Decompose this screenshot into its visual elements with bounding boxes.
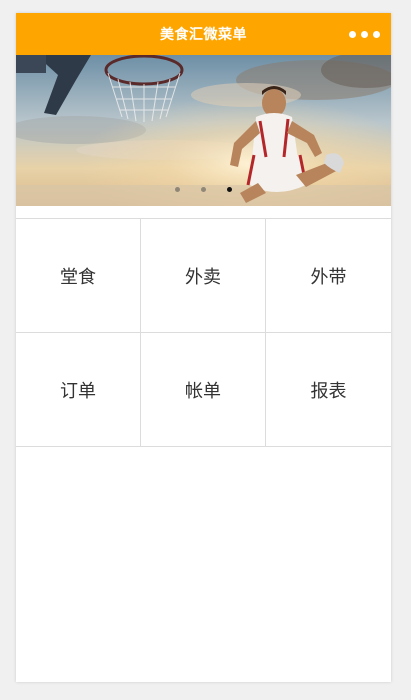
grid-row: 堂食 外卖 外带 [16,219,391,333]
banner-image [16,55,391,206]
grid-item-reports[interactable]: 报表 [266,333,391,447]
grid-row: 订单 帐单 报表 [16,333,391,447]
menu-grid: 堂食 外卖 外带 订单 帐单 报表 [16,218,391,447]
carousel-dot[interactable] [175,187,180,192]
carousel-indicators[interactable] [16,187,391,192]
app-screen: 美食汇微菜单 堂食 外卖 外带 订单 帐单 报表 [16,13,391,682]
grid-item-orders[interactable]: 订单 [16,333,141,447]
carousel-dot-active[interactable] [227,187,232,192]
menu-dot [349,30,356,38]
grid-item-bills[interactable]: 帐单 [141,333,266,447]
banner-carousel[interactable] [16,55,391,206]
menu-dot [373,30,380,38]
page-title: 美食汇微菜单 [160,27,247,43]
nav-bar: 美食汇微菜单 [16,13,391,55]
grid-item-dine-in[interactable]: 堂食 [16,219,141,333]
more-dots-icon[interactable] [349,13,380,55]
grid-item-takeaway[interactable]: 外带 [266,219,391,333]
grid-item-delivery[interactable]: 外卖 [141,219,266,333]
carousel-dot[interactable] [201,187,206,192]
menu-dot [361,30,368,38]
